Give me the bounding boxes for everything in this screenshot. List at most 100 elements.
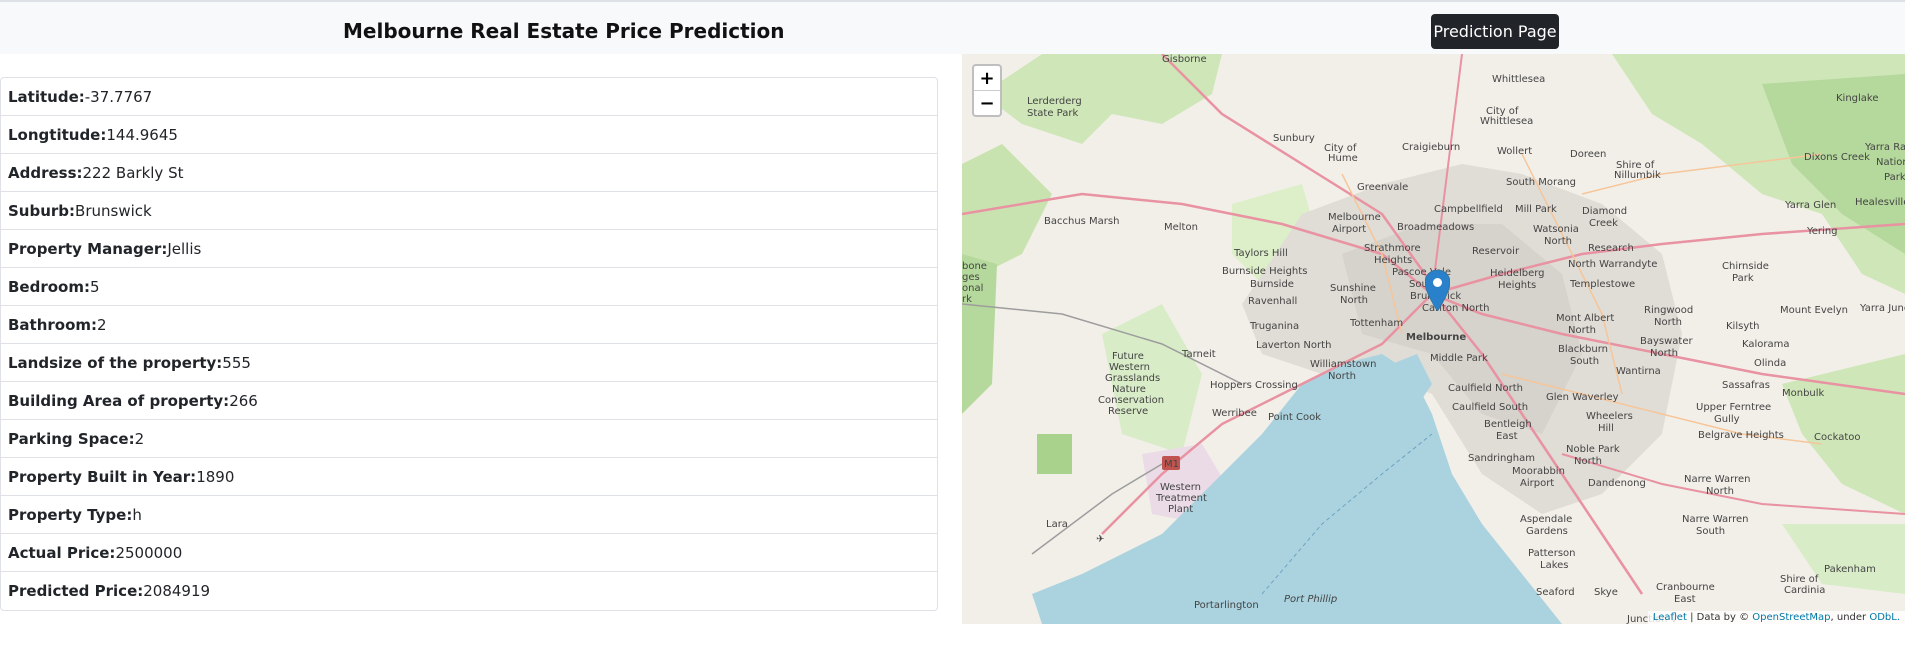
attribution-separator: | Data by © <box>1686 612 1753 623</box>
svg-text:Kalorama: Kalorama <box>1742 339 1790 350</box>
odbl-link[interactable]: ODbL. <box>1869 612 1900 623</box>
svg-text:North: North <box>1568 325 1596 336</box>
svg-text:Skye: Skye <box>1594 587 1618 598</box>
map-tiles[interactable]: Gisborne Whittlesea Kinglake Lerderderg … <box>962 54 1905 624</box>
svg-text:North: North <box>1340 295 1368 306</box>
zoom-in-button[interactable]: + <box>974 66 1000 91</box>
svg-text:Laverton North: Laverton North <box>1256 340 1331 351</box>
svg-text:Doreen: Doreen <box>1570 149 1606 160</box>
detail-value: h <box>132 505 142 524</box>
header-bar: Melbourne Real Estate Price Prediction P… <box>0 2 1905 54</box>
zoom-control: + − <box>972 64 1002 117</box>
detail-label: Property Manager: <box>8 239 168 258</box>
svg-text:Point Cook: Point Cook <box>1268 412 1321 423</box>
detail-row: Predicted Price: 2084919 <box>1 572 937 610</box>
svg-text:Tottenham: Tottenham <box>1349 318 1403 329</box>
svg-text:Truganina: Truganina <box>1249 321 1299 332</box>
svg-text:National: National <box>1876 157 1905 168</box>
svg-text:Templestowe: Templestowe <box>1569 279 1635 290</box>
zoom-out-button[interactable]: − <box>974 91 1000 115</box>
svg-text:Healesville: Healesville <box>1855 197 1905 208</box>
svg-text:Diamond: Diamond <box>1582 206 1627 217</box>
svg-text:Shire of: Shire of <box>1780 574 1819 585</box>
svg-text:Lakes: Lakes <box>1540 560 1569 571</box>
svg-text:Dixons Creek: Dixons Creek <box>1804 152 1870 163</box>
svg-text:Western: Western <box>1109 362 1150 373</box>
svg-text:Patterson: Patterson <box>1528 548 1575 559</box>
svg-text:Upper Ferntree: Upper Ferntree <box>1696 402 1771 413</box>
svg-text:Narre Warren: Narre Warren <box>1684 474 1750 485</box>
svg-text:Williamstown: Williamstown <box>1310 359 1376 370</box>
detail-value: -37.7767 <box>84 87 153 106</box>
svg-text:Sandringham: Sandringham <box>1468 453 1535 464</box>
svg-text:Craigieburn: Craigieburn <box>1402 142 1460 153</box>
svg-text:Campbellfield: Campbellfield <box>1434 204 1503 215</box>
svg-text:State Park: State Park <box>1027 108 1078 119</box>
svg-text:Grasslands: Grasslands <box>1105 373 1160 384</box>
detail-row: Address: 222 Barkly St <box>1 154 937 192</box>
detail-row: Property Manager: Jellis <box>1 230 937 268</box>
svg-text:Treatment: Treatment <box>1155 493 1207 504</box>
svg-text:Cranbourne: Cranbourne <box>1656 582 1715 593</box>
detail-row: Longtitude: 144.9645 <box>1 116 937 154</box>
location-marker-icon[interactable] <box>1425 270 1450 311</box>
prediction-page-button[interactable]: Prediction Page <box>1431 14 1559 49</box>
svg-text:North: North <box>1654 317 1682 328</box>
svg-text:Future: Future <box>1112 351 1144 362</box>
svg-text:Noble Park: Noble Park <box>1566 444 1620 455</box>
detail-row: Building Area of property: 266 <box>1 382 937 420</box>
property-details-list: Latitude: -37.7767 Longtitude: 144.9645 Addr… <box>0 77 938 611</box>
svg-text:Lerderderg: Lerderderg <box>1027 96 1082 107</box>
detail-value: 144.9645 <box>106 125 178 144</box>
svg-text:Reservoir: Reservoir <box>1472 246 1520 257</box>
svg-text:Lara: Lara <box>1046 519 1068 530</box>
detail-value: 2 <box>97 315 107 334</box>
detail-value: Brunswick <box>75 201 152 220</box>
svg-text:Chirnside: Chirnside <box>1722 261 1769 272</box>
detail-value: 2500000 <box>115 543 183 562</box>
svg-text:East: East <box>1674 594 1696 605</box>
detail-label: Actual Price: <box>8 543 116 562</box>
svg-text:Wheelers: Wheelers <box>1586 411 1633 422</box>
svg-text:Yarra Ranges: Yarra Ranges <box>1864 142 1905 153</box>
detail-value: Jellis <box>167 239 202 258</box>
detail-row: Bedroom: 5 <box>1 268 937 306</box>
detail-label: Bathroom: <box>8 315 98 334</box>
svg-text:Werribee: Werribee <box>1212 408 1257 419</box>
svg-text:Park: Park <box>1732 273 1754 284</box>
svg-text:Belgrave Heights: Belgrave Heights <box>1698 430 1784 441</box>
svg-text:Burnside: Burnside <box>1250 279 1294 290</box>
detail-row: Bathroom: 2 <box>1 306 937 344</box>
svg-text:Melton: Melton <box>1164 222 1198 233</box>
detail-row: Actual Price: 2500000 <box>1 534 937 572</box>
svg-text:North: North <box>1650 348 1678 359</box>
svg-text:Whittlesea: Whittlesea <box>1480 116 1533 127</box>
svg-text:South Morang: South Morang <box>1506 177 1576 188</box>
svg-text:Tarneit: Tarneit <box>1181 349 1216 360</box>
svg-text:Taylors Hill: Taylors Hill <box>1233 248 1288 259</box>
svg-text:Bayswater: Bayswater <box>1640 336 1693 347</box>
svg-text:Caulfield South: Caulfield South <box>1452 402 1528 413</box>
svg-text:Western: Western <box>1160 482 1201 493</box>
svg-text:Cockatoo: Cockatoo <box>1814 432 1861 443</box>
svg-text:Kinglake: Kinglake <box>1836 93 1879 104</box>
svg-text:Creek: Creek <box>1589 218 1618 229</box>
svg-text:Burnside Heights: Burnside Heights <box>1222 266 1307 277</box>
openstreetmap-link[interactable]: OpenStreetMap <box>1752 612 1830 623</box>
leaflet-link[interactable]: Leaflet <box>1653 612 1687 623</box>
svg-text:bone: bone <box>962 261 987 272</box>
detail-label: Bedroom: <box>8 277 90 296</box>
svg-text:Hume: Hume <box>1328 153 1358 164</box>
svg-text:rk: rk <box>962 294 972 305</box>
svg-text:Sassafras: Sassafras <box>1722 380 1770 391</box>
svg-text:Mount Evelyn: Mount Evelyn <box>1780 305 1848 316</box>
svg-text:Gardens: Gardens <box>1526 526 1568 537</box>
svg-text:Cardinia: Cardinia <box>1784 585 1825 596</box>
svg-text:Reserve: Reserve <box>1108 406 1148 417</box>
svg-text:Mill Park: Mill Park <box>1515 204 1557 215</box>
svg-text:ges: ges <box>962 272 980 283</box>
svg-text:Middle Park: Middle Park <box>1430 353 1488 364</box>
detail-label: Suburb: <box>8 201 76 220</box>
svg-text:Yarra Glen: Yarra Glen <box>1784 200 1836 211</box>
map-view[interactable]: Gisborne Whittlesea Kinglake Lerderderg … <box>962 54 1905 624</box>
